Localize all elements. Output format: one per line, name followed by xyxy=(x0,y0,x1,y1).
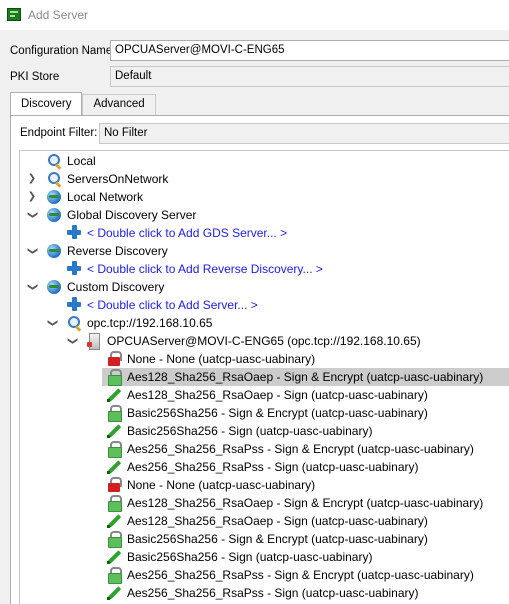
tree-item-label: Aes128_Sha256_RsaOaep - Sign (uatcp-uasc… xyxy=(127,514,428,528)
pki-store-select[interactable]: Default xyxy=(110,66,509,87)
chevron-down-icon[interactable]: ❯ xyxy=(26,245,38,257)
tree-item-label: None - None (uatcp-uasc-uabinary) xyxy=(127,352,316,366)
tree-item-endpoint[interactable]: Aes128_Sha256_RsaOaep - Sign & Encrypt (… xyxy=(20,494,509,512)
lock-red-icon xyxy=(106,477,122,493)
tree-item-label: Aes256_Sha256_RsaPss - Sign (uatcp-uasc-… xyxy=(127,460,419,474)
tree-item-local-network[interactable]: ❯ Local Network xyxy=(20,188,509,206)
sign-pen-icon xyxy=(106,513,122,529)
tree-item-label: Aes256_Sha256_RsaPss - Sign (uatcp-uasc-… xyxy=(127,586,419,600)
tree-item-label: Aes128_Sha256_RsaOaep - Sign & Encrypt (… xyxy=(127,370,484,384)
tree-item-endpoint[interactable]: Basic256Sha256 - Sign & Encrypt (uatcp-u… xyxy=(20,530,509,548)
tree-item-label: < Double click to Add Server... > xyxy=(87,298,258,312)
tree-item-label: Custom Discovery xyxy=(67,280,165,294)
chevron-down-icon[interactable]: ❯ xyxy=(26,281,38,293)
lock-red-icon xyxy=(106,351,122,367)
search-icon xyxy=(66,315,82,331)
globe-icon xyxy=(46,189,62,205)
tree-item-label: Basic256Sha256 - Sign (uatcp-uasc-uabina… xyxy=(127,550,373,564)
tree-item-endpoint[interactable]: None - None (uatcp-uasc-uabinary) xyxy=(20,350,509,368)
chevron-down-icon[interactable]: ❯ xyxy=(26,209,38,221)
endpoint-filter-label: Endpoint Filter: xyxy=(20,127,98,139)
sign-pen-icon xyxy=(106,585,122,601)
tree-item-global-discovery-server[interactable]: ❯ Global Discovery Server xyxy=(20,206,509,224)
lock-green-icon xyxy=(106,369,122,386)
config-name-label: Configuration Name xyxy=(10,45,113,57)
tab-discovery[interactable]: Discovery xyxy=(10,92,83,115)
globe-icon xyxy=(46,207,62,223)
tree-item-label: Aes128_Sha256_RsaOaep - Sign (uatcp-uasc… xyxy=(127,388,428,402)
tree-item-label: OPCUAServer@MOVI-C-ENG65 (opc.tcp://192.… xyxy=(107,334,421,348)
tree-item-label: Basic256Sha256 - Sign & Encrypt (uatcp-u… xyxy=(127,406,428,420)
tree-item-endpoint[interactable]: Aes256_Sha256_RsaPss - Sign & Encrypt (u… xyxy=(20,566,509,584)
lock-green-icon xyxy=(106,441,122,458)
app-icon xyxy=(7,8,21,21)
tree-item-server[interactable]: ❯ OPCUAServer@MOVI-C-ENG65 (opc.tcp://19… xyxy=(20,332,509,350)
tree-item-endpoint[interactable]: Aes256_Sha256_RsaPss - Sign (uatcp-uasc-… xyxy=(20,458,509,476)
add-icon xyxy=(66,225,82,241)
tree-item-label: Local xyxy=(67,154,96,168)
tree-item-endpoint[interactable]: Basic256Sha256 - Sign (uatcp-uasc-uabina… xyxy=(20,422,509,440)
tree-item-label: None - None (uatcp-uasc-uabinary) xyxy=(127,478,316,492)
server-icon xyxy=(86,333,102,350)
tree-item-label: opc.tcp://192.168.10.65 xyxy=(87,316,213,330)
tree-item-host[interactable]: ❯ opc.tcp://192.168.10.65 xyxy=(20,314,509,332)
chevron-down-icon[interactable]: ❯ xyxy=(66,335,78,347)
search-icon xyxy=(46,153,62,169)
lock-green-icon xyxy=(106,405,122,422)
title-bar: Add Server xyxy=(0,0,509,30)
globe-icon xyxy=(46,279,62,295)
lock-green-icon xyxy=(106,567,122,584)
tree-item-endpoint[interactable]: None - None (uatcp-uasc-uabinary) xyxy=(20,476,509,494)
lock-green-icon xyxy=(106,495,122,512)
tree-item-add-reverse-discovery[interactable]: < Double click to Add Reverse Discovery.… xyxy=(20,260,509,278)
window-title: Add Server xyxy=(28,8,89,22)
lock-green-icon xyxy=(106,531,122,548)
tree-item-endpoint[interactable]: Aes128_Sha256_RsaOaep - Sign (uatcp-uasc… xyxy=(20,386,509,404)
tree-item-endpoint[interactable]: Aes128_Sha256_RsaOaep - Sign & Encrypt (… xyxy=(20,368,509,386)
tree-item-label: Global Discovery Server xyxy=(67,208,197,222)
add-icon xyxy=(66,261,82,277)
tree-item-label: Reverse Discovery xyxy=(67,244,168,258)
tree-item-label: Aes256_Sha256_RsaPss - Sign & Encrypt (u… xyxy=(127,442,474,456)
chevron-down-icon[interactable]: ❯ xyxy=(46,317,58,329)
search-icon xyxy=(46,171,62,187)
tree-item-custom-discovery[interactable]: ❯ Custom Discovery xyxy=(20,278,509,296)
tab-advanced[interactable]: Advanced xyxy=(82,94,156,115)
tree-item-add-server[interactable]: < Double click to Add Server... > xyxy=(20,296,509,314)
sign-pen-icon xyxy=(106,459,122,475)
tree-item-label: < Double click to Add GDS Server... > xyxy=(87,226,288,240)
tab-bar: Discovery Advanced xyxy=(10,92,156,115)
tree-item-endpoint[interactable]: Aes256_Sha256_RsaPss - Sign (uatcp-uasc-… xyxy=(20,584,509,602)
pki-store-label: PKI Store xyxy=(10,71,60,83)
tree-item-local[interactable]: Local xyxy=(20,152,509,170)
tree-item-label: Basic256Sha256 - Sign & Encrypt (uatcp-u… xyxy=(127,532,428,546)
tree-item-servers-on-network[interactable]: ❯ ServersOnNetwork xyxy=(20,170,509,188)
config-name-input[interactable]: OPCUAServer@MOVI-C-ENG65 xyxy=(110,40,509,61)
tree-item-endpoint[interactable]: Basic256Sha256 - Sign (uatcp-uasc-uabina… xyxy=(20,548,509,566)
globe-icon xyxy=(46,243,62,259)
tree-item-label: < Double click to Add Reverse Discovery.… xyxy=(87,262,323,276)
tree-item-endpoint[interactable]: Basic256Sha256 - Sign & Encrypt (uatcp-u… xyxy=(20,404,509,422)
tree-item-endpoint[interactable]: Aes128_Sha256_RsaOaep - Sign (uatcp-uasc… xyxy=(20,512,509,530)
tree-item-label: Local Network xyxy=(67,190,144,204)
tree-item-add-gds-server[interactable]: < Double click to Add GDS Server... > xyxy=(20,224,509,242)
tree-item-label: Aes256_Sha256_RsaPss - Sign & Encrypt (u… xyxy=(127,568,474,582)
tree-item-endpoint[interactable]: Aes256_Sha256_RsaPss - Sign & Encrypt (u… xyxy=(20,440,509,458)
tree-item-label: Basic256Sha256 - Sign (uatcp-uasc-uabina… xyxy=(127,424,373,438)
chevron-right-icon[interactable]: ❯ xyxy=(26,191,38,203)
sign-pen-icon xyxy=(106,423,122,439)
discovery-tree[interactable]: Local ❯ ServersOnNetwork ❯ Local Network… xyxy=(19,150,509,604)
chevron-right-icon[interactable]: ❯ xyxy=(26,173,38,185)
tree-item-reverse-discovery[interactable]: ❯ Reverse Discovery xyxy=(20,242,509,260)
endpoint-filter-select[interactable]: No Filter xyxy=(99,123,509,144)
sign-pen-icon xyxy=(106,549,122,565)
tree-item-label: ServersOnNetwork xyxy=(67,172,169,186)
tree-item-label: Aes128_Sha256_RsaOaep - Sign & Encrypt (… xyxy=(127,496,484,510)
add-icon xyxy=(66,297,82,313)
sign-pen-icon xyxy=(106,387,122,403)
